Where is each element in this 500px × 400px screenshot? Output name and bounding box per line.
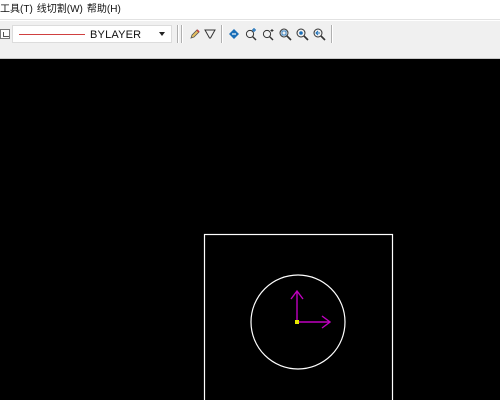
properties-toolbar: BYLAYER <box>0 21 500 59</box>
toolbar-separator <box>221 25 223 43</box>
zoom-extents-icon[interactable] <box>295 26 309 42</box>
funnel-icon[interactable] <box>203 26 217 42</box>
menu-tools[interactable]: 工具(T) <box>0 1 37 19</box>
toolbar-separator <box>181 25 183 43</box>
zoom-previous-icon[interactable] <box>312 26 326 42</box>
zoom-dynamic-icon[interactable] <box>261 26 275 42</box>
pencil-icon[interactable] <box>188 26 202 42</box>
linetype-dropdown[interactable]: BYLAYER <box>12 25 172 43</box>
menu-wire-cut[interactable]: 线切割(W) <box>37 1 87 19</box>
chevron-down-icon[interactable] <box>159 32 165 36</box>
menu-help[interactable]: 帮助(H) <box>87 1 125 19</box>
ucs-origin-marker <box>295 320 299 324</box>
linetype-value: BYLAYER <box>90 29 142 41</box>
linetype-sample-line <box>19 34 85 35</box>
layer-icon[interactable] <box>0 29 10 39</box>
menu-bar: 工具(T) 线切割(W) 帮助(H) <box>0 0 500 20</box>
toolbar-separator <box>331 25 333 43</box>
drawn-rectangle[interactable] <box>203 233 394 400</box>
pan-icon[interactable] <box>227 26 241 42</box>
drawing-canvas[interactable] <box>0 59 500 400</box>
cad-window: 工具(T) 线切割(W) 帮助(H) BYLAYER <box>0 0 500 400</box>
zoom-realtime-icon[interactable] <box>244 26 258 42</box>
zoom-window-icon[interactable] <box>278 26 292 42</box>
toolbar-separator <box>177 25 179 43</box>
